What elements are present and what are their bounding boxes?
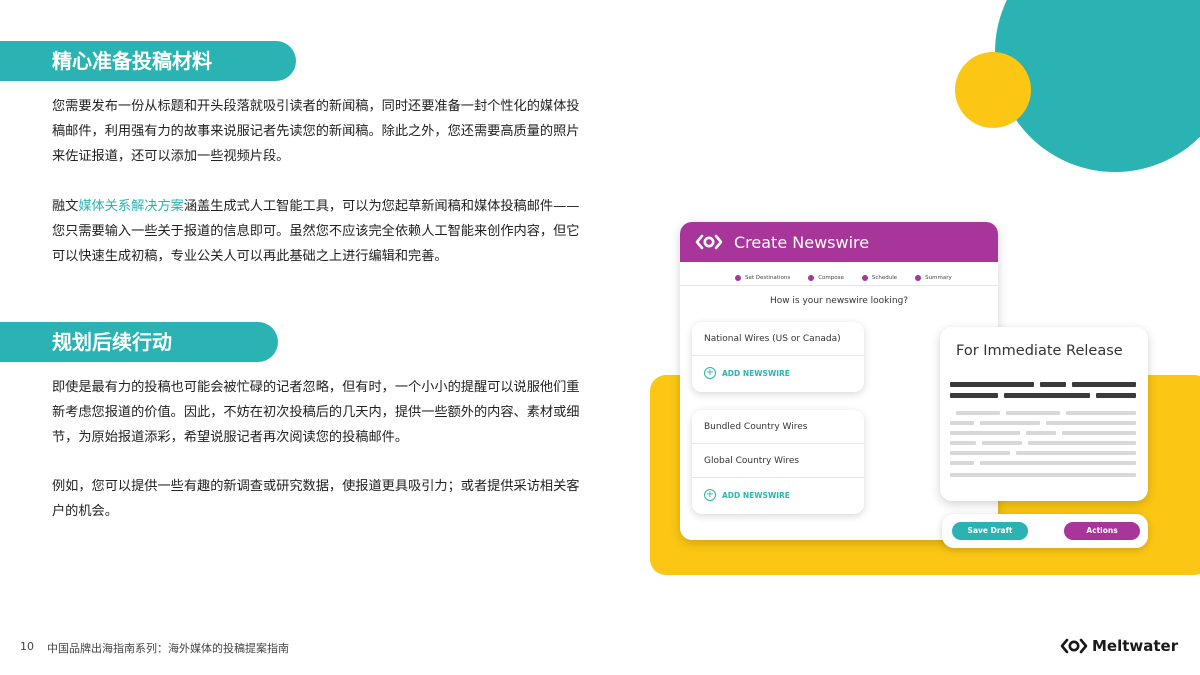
- step-set-destinations[interactable]: Set Destinations: [735, 270, 790, 285]
- paragraph-prepare-intro: 您需要发布一份从标题和开头段落就吸引读者的新闻稿，同时还要准备一封个性化的媒体投…: [52, 99, 580, 164]
- newswire-card-title: Create Newswire: [734, 232, 870, 252]
- step-schedule[interactable]: Schedule: [861, 270, 898, 285]
- text-placeholder-line: [1016, 451, 1136, 455]
- text-placeholder-line: [950, 421, 974, 425]
- step-dot-icon: [808, 274, 815, 281]
- paragraph-ai-tools: 融文媒体关系解决方案涵盖生成式人工智能工具，可以为您起草新闻稿和媒体投稿邮件——…: [52, 194, 582, 269]
- add-newswire-label: ADD NEWSWIRE: [722, 490, 790, 500]
- text-placeholder-line: [950, 473, 1136, 477]
- add-newswire-button[interactable]: + ADD NEWSWIRE: [692, 478, 864, 512]
- text-placeholder-line: [950, 441, 976, 445]
- newswire-question: How is your newswire looking?: [769, 296, 909, 306]
- page-number: 10: [20, 640, 34, 653]
- section-heading-prepare-materials: 精心准备投稿材料: [0, 41, 296, 81]
- newswire-card-header: Create Newswire: [680, 222, 998, 262]
- step-summary[interactable]: Summary: [915, 270, 952, 285]
- step-label: Set Destinations: [745, 274, 791, 281]
- text-placeholder-line: [1066, 411, 1136, 415]
- step-label: Compose: [818, 274, 844, 281]
- paragraph-example: 例如，您可以提供一些有趣的新调查或研究数据，使报道更具吸引力；或者提供采访相关客…: [52, 479, 580, 519]
- text-placeholder-line: [1072, 382, 1136, 387]
- plus-circle-icon: +: [704, 367, 716, 379]
- step-dot-icon: [861, 274, 868, 281]
- plus-circle-icon: +: [704, 489, 716, 501]
- newswire-box-country: Bundled Country Wires Global Country Wir…: [692, 410, 864, 514]
- step-compose[interactable]: Compose: [808, 270, 844, 285]
- text-placeholder-line: [1006, 411, 1060, 415]
- text-placeholder-line: [1096, 393, 1136, 398]
- section-heading-follow-up: 规划后续行动: [0, 322, 278, 362]
- wire-item-bundled[interactable]: Bundled Country Wires: [692, 410, 864, 444]
- release-title: For Immediate Release: [956, 343, 1123, 359]
- newswire-box-national: National Wires (US or Canada) + ADD NEWS…: [692, 322, 864, 392]
- meltwater-logo: Meltwater: [1060, 637, 1178, 655]
- text-placeholder-line: [956, 411, 1000, 415]
- text-placeholder-line: [950, 461, 974, 465]
- step-dot-icon: [735, 274, 741, 281]
- text-placeholder-line: [950, 393, 998, 398]
- footer-doc-title: 中国品牌出海指南系列：海外媒体的投稿提案指南: [47, 642, 289, 655]
- meltwater-logo-icon: [1060, 638, 1088, 654]
- media-relations-solution-link[interactable]: 媒体关系解决方案: [78, 199, 184, 214]
- step-dot-icon: [915, 274, 922, 281]
- wire-item-national[interactable]: National Wires (US or Canada): [692, 322, 864, 356]
- meltwater-logo-icon: [695, 234, 723, 250]
- brand-name: Meltwater: [1092, 637, 1179, 655]
- decorative-yellow-circle: [955, 52, 1031, 128]
- release-preview-card: For Immediate Release: [940, 327, 1148, 501]
- action-bar: Save Draft Actions: [942, 514, 1148, 548]
- text-placeholder-line: [1062, 431, 1136, 435]
- paragraph-ai-tools-prefix: 融文: [52, 199, 79, 214]
- save-draft-button[interactable]: Save Draft: [952, 522, 1028, 540]
- text-placeholder-line: [1026, 431, 1056, 435]
- add-newswire-label: ADD NEWSWIRE: [722, 368, 790, 378]
- text-placeholder-line: [1028, 441, 1136, 445]
- wire-item-global[interactable]: Global Country Wires: [692, 444, 864, 478]
- step-label: Summary: [925, 274, 952, 281]
- text-placeholder-line: [1004, 393, 1090, 398]
- text-placeholder-line: [1046, 421, 1136, 425]
- paragraph-follow-up: 即使是最有力的投稿也可能会被忙碌的记者忽略，但有时，一个小小的提醒可以说服他们重…: [52, 380, 580, 445]
- text-placeholder-line: [1040, 382, 1066, 387]
- text-placeholder-line: [982, 441, 1022, 445]
- text-placeholder-line: [950, 382, 1034, 387]
- text-placeholder-line: [950, 451, 1010, 455]
- actions-button[interactable]: Actions: [1064, 522, 1140, 540]
- text-placeholder-line: [980, 461, 1136, 465]
- text-placeholder-line: [950, 431, 1020, 435]
- step-label: Schedule: [871, 274, 898, 281]
- text-placeholder-line: [980, 421, 1040, 425]
- newswire-steps: Set Destinations Compose Schedule Summar…: [680, 262, 998, 286]
- add-newswire-button[interactable]: + ADD NEWSWIRE: [692, 356, 864, 390]
